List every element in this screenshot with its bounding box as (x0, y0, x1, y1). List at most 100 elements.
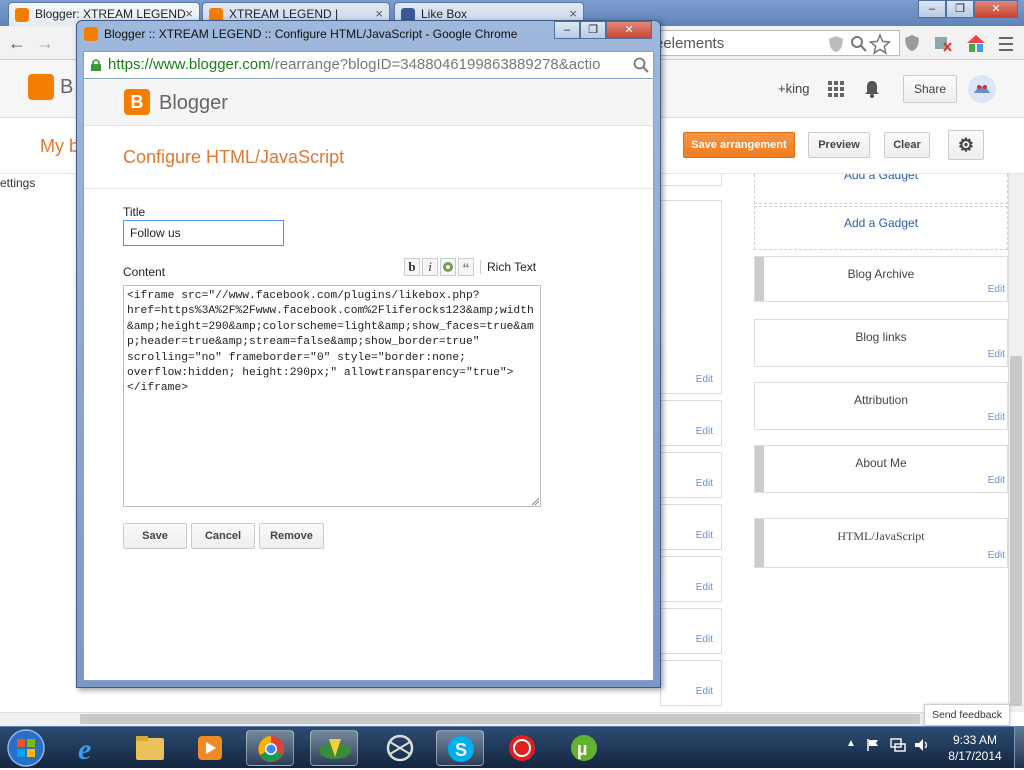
notification-bell-icon[interactable] (863, 79, 881, 99)
clock-date: 8/17/2014 (948, 749, 1002, 763)
url-host: https://www.blogger.com (108, 56, 271, 73)
clear-button[interactable]: Clear (884, 132, 930, 158)
content-textarea[interactable]: <iframe src="//www.facebook.com/plugins/… (123, 285, 541, 507)
edit-link[interactable]: Edit (988, 550, 1005, 561)
shield-icon[interactable] (826, 34, 846, 54)
recorder-icon[interactable] (498, 730, 546, 766)
edit-link[interactable]: Edit (696, 426, 713, 437)
send-feedback-button[interactable]: Send feedback (924, 704, 1010, 726)
widget-blog-links[interactable]: Blog links Edit (754, 319, 1008, 367)
maximize-button[interactable]: ❐ (946, 0, 974, 18)
svg-text:e: e (78, 733, 91, 766)
save-button[interactable]: Save (123, 523, 187, 549)
blogger-logo-text: Blogger (159, 92, 228, 114)
utorrent-icon[interactable]: µ (560, 730, 608, 766)
remove-button[interactable]: Remove (259, 523, 324, 549)
popup-minimize-button[interactable]: – (554, 21, 580, 39)
zoom-icon[interactable] (849, 34, 869, 54)
action-center-flag-icon[interactable] (866, 738, 880, 752)
content-label: Content (123, 265, 166, 279)
toolbar-divider (480, 260, 481, 274)
tab-label: Like Box (421, 7, 468, 21)
widget-attribution[interactable]: Attribution Edit (754, 382, 1008, 430)
edit-link[interactable]: Edit (696, 634, 713, 645)
middle-widget[interactable]: Edit (660, 200, 722, 394)
widget-blog-archive[interactable]: Blog Archive Edit (754, 256, 1008, 302)
italic-icon[interactable]: i (422, 258, 438, 276)
volume-icon[interactable] (914, 738, 930, 752)
edit-link[interactable]: Edit (696, 582, 713, 593)
forward-arrow-icon[interactable]: → (36, 33, 54, 54)
show-hidden-icons-icon[interactable]: ▲ (846, 738, 856, 749)
quote-icon[interactable]: “ (458, 258, 474, 276)
add-gadget-link-top[interactable]: Add a Gadget (754, 174, 1008, 204)
apps-extension-icon[interactable] (965, 33, 987, 55)
middle-widget[interactable]: Edit (660, 452, 722, 498)
avatar[interactable] (966, 73, 998, 105)
search-icon[interactable] (633, 57, 649, 73)
widget-title: Blog links (855, 330, 907, 344)
widget-html-javascript[interactable]: HTML/JavaScript Edit (754, 518, 1008, 568)
network-icon[interactable] (890, 738, 906, 752)
edit-link[interactable]: Edit (988, 475, 1005, 486)
show-desktop-button[interactable] (1014, 727, 1024, 768)
edit-link[interactable]: Edit (696, 686, 713, 697)
user-link[interactable]: +king (778, 81, 809, 96)
middle-widget[interactable]: Edit (660, 608, 722, 654)
edit-link[interactable]: Edit (988, 284, 1005, 295)
settings-gear-icon[interactable]: ⚙ (948, 130, 984, 160)
edit-link[interactable]: Edit (696, 374, 713, 385)
start-button-icon[interactable] (6, 728, 46, 768)
edit-link[interactable]: Edit (696, 530, 713, 541)
preview-button[interactable]: Preview (808, 132, 870, 158)
blogger-favicon-icon (84, 27, 98, 41)
popup-address-bar[interactable]: https://www.blogger.com/rearrange?blogID… (83, 51, 654, 79)
middle-widget[interactable]: Edit (660, 400, 722, 446)
rich-text-link[interactable]: Rich Text (487, 260, 536, 274)
resize-handle-icon[interactable] (531, 497, 540, 506)
middle-widget[interactable]: Edit (660, 556, 722, 602)
scrollbar-thumb[interactable] (1010, 356, 1022, 706)
internet-explorer-icon[interactable]: e (66, 730, 114, 766)
wheel-app-icon[interactable] (376, 730, 424, 766)
menu-icon[interactable] (998, 35, 1014, 53)
file-explorer-icon[interactable] (126, 730, 174, 766)
bookmark-star-icon[interactable] (869, 33, 891, 55)
bold-icon[interactable]: b (404, 258, 420, 276)
media-player-icon[interactable] (186, 730, 234, 766)
back-arrow-icon[interactable]: ← (8, 33, 26, 54)
edit-link[interactable]: Edit (988, 412, 1005, 423)
widget-title: About Me (855, 456, 907, 470)
chrome-taskbar-icon[interactable] (246, 730, 294, 766)
middle-widget[interactable] (660, 174, 722, 186)
minimize-button[interactable]: – (918, 0, 946, 18)
widget-about-me[interactable]: About Me Edit (754, 445, 1008, 493)
system-clock[interactable]: 9:33 AM 8/17/2014 (940, 732, 1010, 764)
widget-title: Attribution (853, 393, 909, 407)
edit-link[interactable]: Edit (988, 349, 1005, 360)
apps-grid-icon[interactable] (827, 80, 845, 98)
skype-icon[interactable]: S (436, 730, 484, 766)
download-manager-icon[interactable] (310, 730, 358, 766)
horizontal-scrollbar-thumb[interactable] (80, 714, 920, 724)
title-input[interactable] (123, 220, 284, 246)
popup-maximize-button[interactable]: ❐ (580, 21, 606, 39)
share-button[interactable]: Share (903, 75, 957, 103)
close-window-button[interactable]: ✕ (974, 0, 1018, 18)
close-icon[interactable]: × (569, 6, 577, 21)
image-icon[interactable] (440, 258, 456, 276)
edit-link[interactable]: Edit (696, 478, 713, 489)
close-icon[interactable]: × (185, 6, 193, 21)
close-icon[interactable]: × (375, 6, 383, 21)
svg-text:µ: µ (577, 739, 587, 759)
cancel-button[interactable]: Cancel (191, 523, 255, 549)
settings-link[interactable]: ettings (0, 176, 35, 190)
adblock-shield-icon[interactable] (902, 33, 922, 53)
add-gadget-link[interactable]: Add a Gadget (754, 206, 1008, 250)
extension-blocked-icon[interactable] (932, 33, 952, 53)
popup-close-button[interactable]: ✕ (606, 21, 652, 39)
svg-text:S: S (455, 740, 467, 760)
middle-widget[interactable]: Edit (660, 660, 722, 706)
middle-widget[interactable]: Edit (660, 504, 722, 550)
save-arrangement-button[interactable]: Save arrangement (683, 132, 795, 158)
